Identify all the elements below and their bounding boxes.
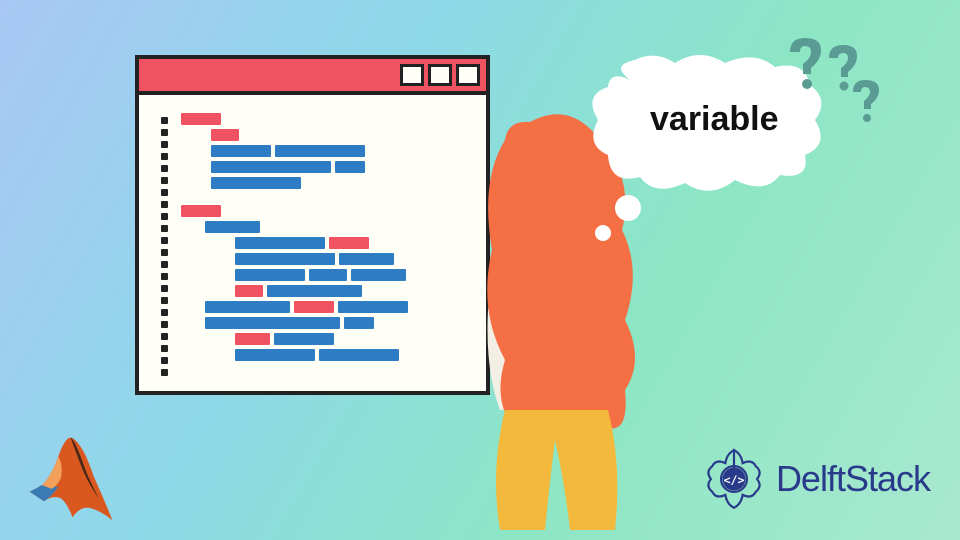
bubble-puff-icon <box>595 225 611 241</box>
bubble-puff-icon <box>615 195 641 221</box>
delftstack-mandala-icon: </> <box>698 443 770 515</box>
line-number-dots <box>161 117 168 376</box>
svg-text:</>: </> <box>724 473 745 487</box>
window-titlebar <box>139 59 486 95</box>
window-button-icon <box>456 64 480 86</box>
window-button-icon <box>428 64 452 86</box>
brand-name: DelftStack <box>776 458 930 500</box>
question-marks-icon <box>785 30 885 140</box>
matlab-logo-icon <box>25 430 120 525</box>
window-button-icon <box>400 64 424 86</box>
delftstack-logo: </> DelftStack <box>698 443 930 515</box>
bubble-label: variable <box>650 100 779 139</box>
code-lines <box>181 113 466 365</box>
thought-bubble: variable <box>560 40 860 250</box>
